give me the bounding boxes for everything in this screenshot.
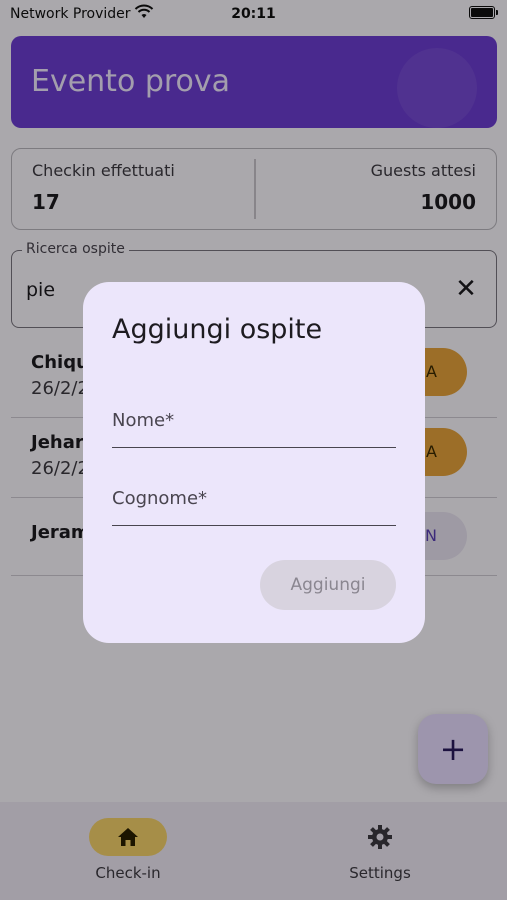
- aggiungi-button[interactable]: Aggiungi: [260, 560, 396, 610]
- cognome-label: Cognome*: [112, 488, 208, 509]
- cognome-field[interactable]: Cognome*: [112, 470, 396, 526]
- nome-label: Nome*: [112, 410, 175, 431]
- nome-field[interactable]: Nome*: [112, 392, 396, 448]
- add-guest-dialog: Aggiungi ospite Nome* Cognome* Aggiungi: [83, 282, 425, 643]
- dialog-title: Aggiungi ospite: [112, 314, 323, 345]
